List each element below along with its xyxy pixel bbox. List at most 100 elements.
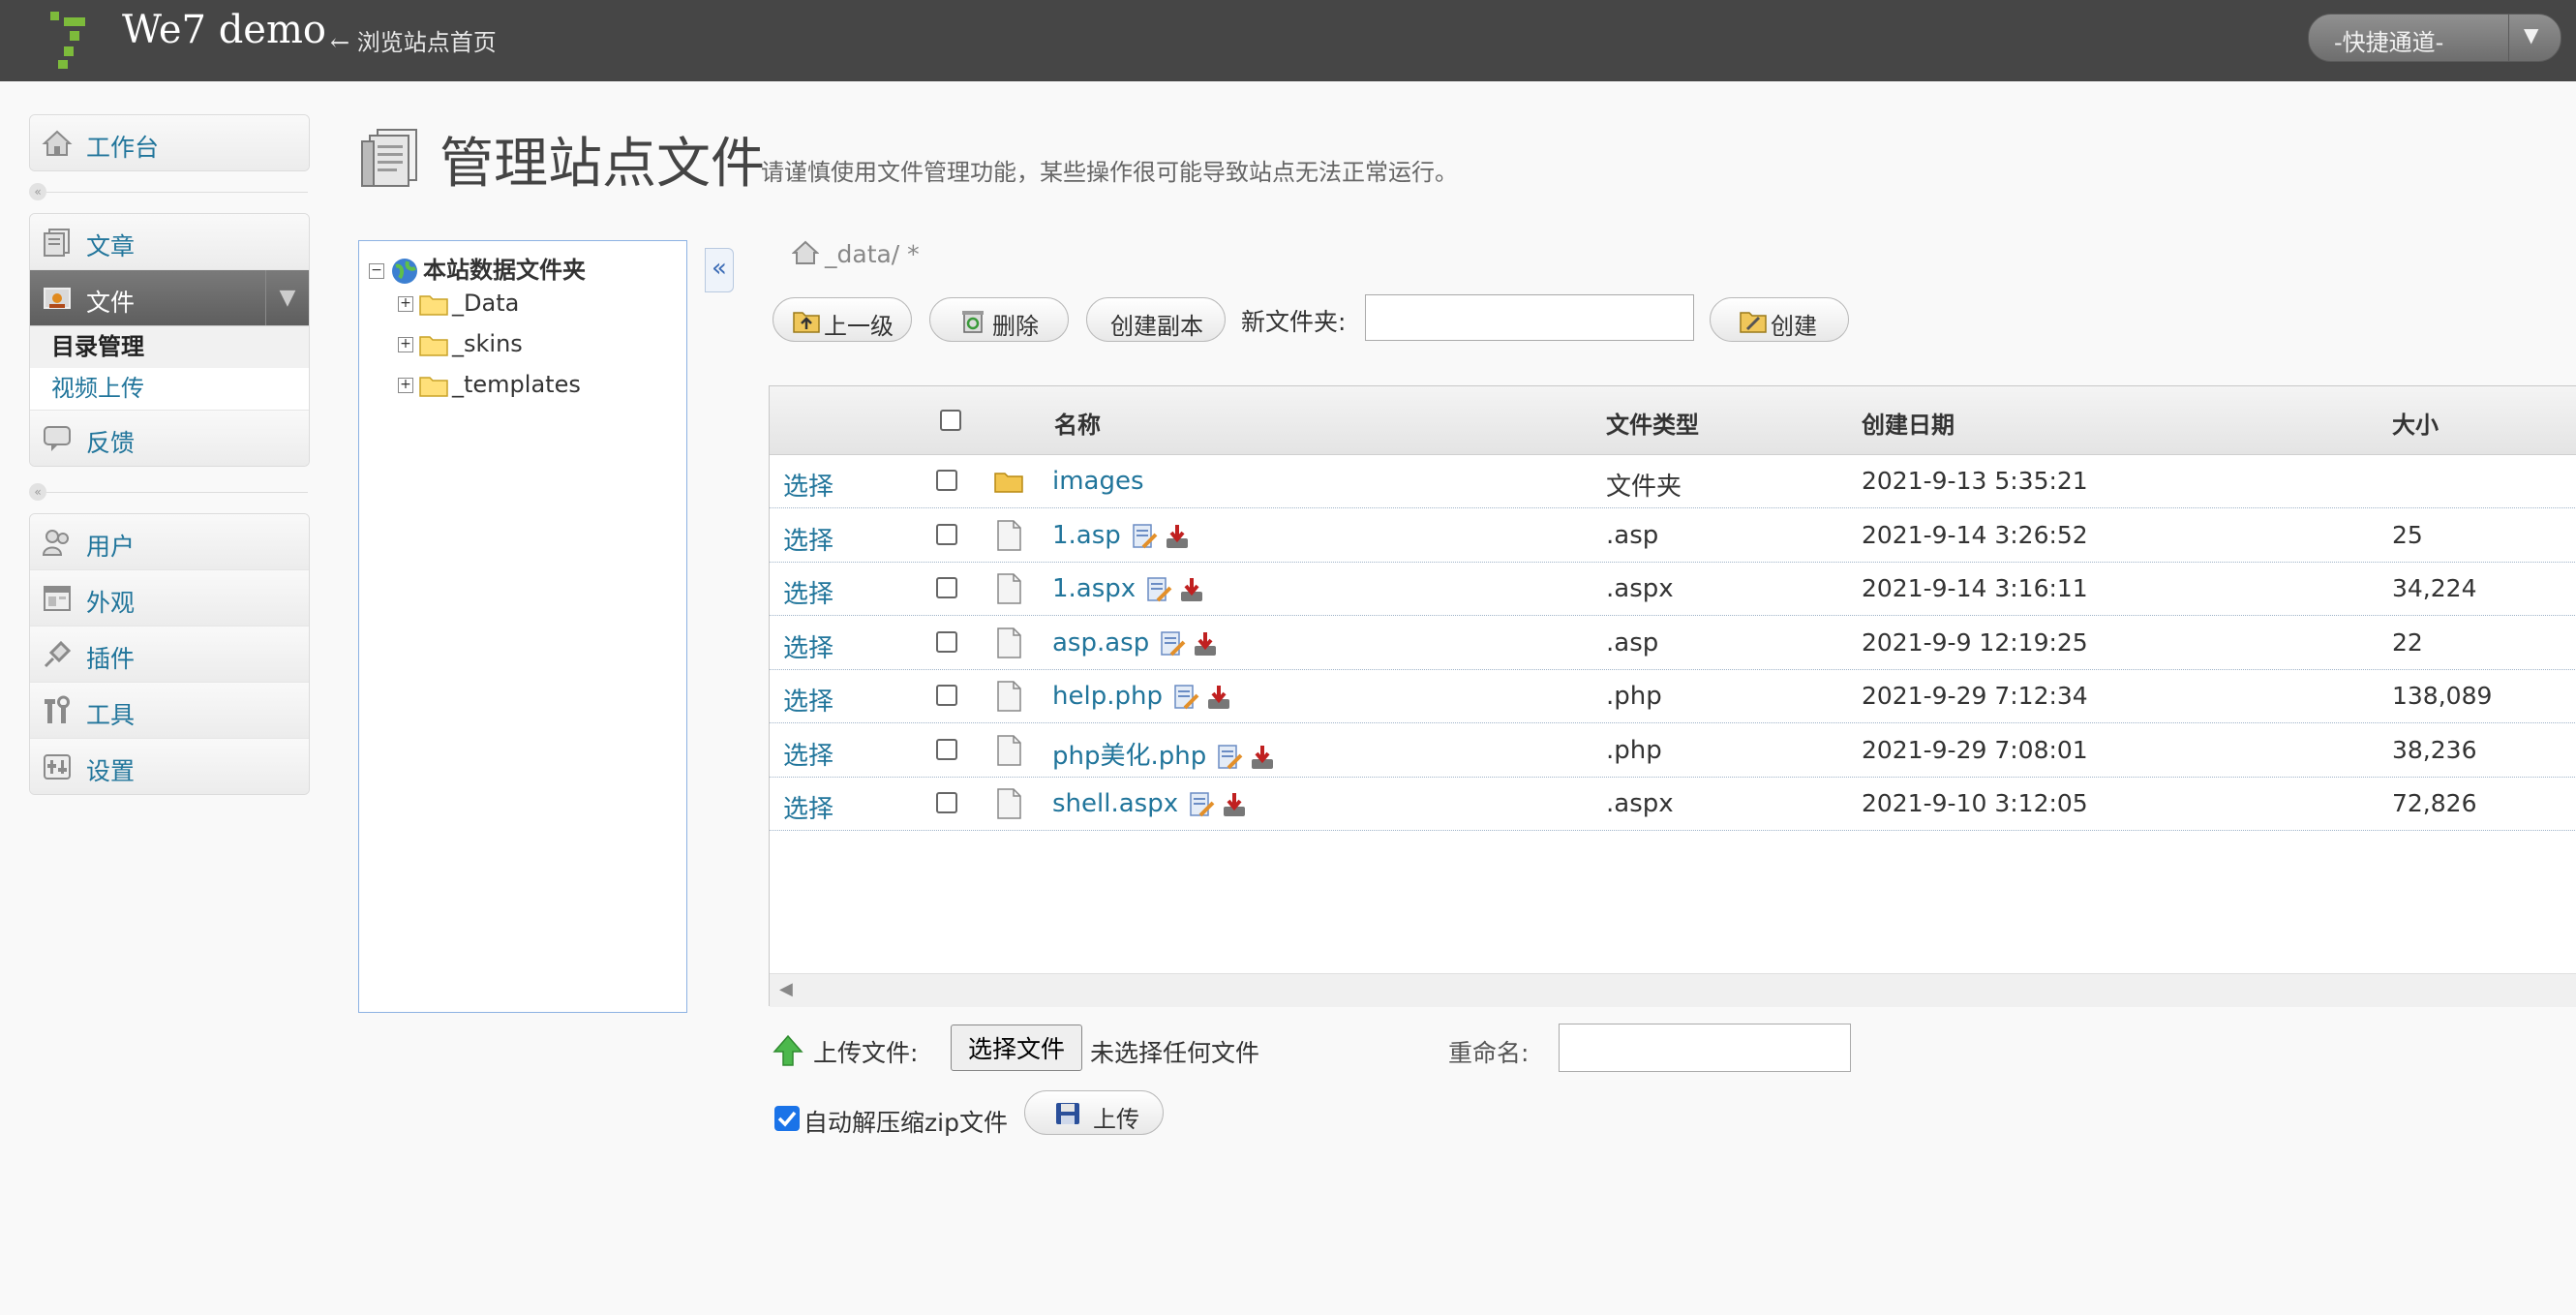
- submenu-toggle-icon[interactable]: ▼: [265, 270, 309, 325]
- rename-input[interactable]: [1559, 1024, 1851, 1072]
- page-warning-note: 请谨慎使用文件管理功能，某些操作很可能导致站点无法正常运行。: [761, 159, 1458, 186]
- select-link[interactable]: 选择: [783, 682, 833, 718]
- select-link[interactable]: 选择: [783, 789, 833, 825]
- row-checkbox[interactable]: [936, 685, 957, 706]
- sidebar-item-settings[interactable]: 设置: [30, 738, 309, 794]
- edit-icon[interactable]: [1131, 523, 1158, 550]
- file-name-link[interactable]: asp.asp: [1052, 628, 1149, 658]
- delete-button[interactable]: 删除: [929, 297, 1069, 342]
- auto-unzip-checkbox[interactable]: [774, 1106, 800, 1131]
- tree-root[interactable]: − 本站数据文件夹: [369, 251, 586, 284]
- download-icon[interactable]: [1249, 744, 1276, 771]
- home-icon[interactable]: [792, 240, 819, 265]
- row-checkbox[interactable]: [936, 630, 957, 653]
- row-checkbox[interactable]: [936, 523, 957, 545]
- sidebar-item-file[interactable]: 文件 ▼: [30, 269, 309, 325]
- sidebar-item-tools[interactable]: 工具: [30, 682, 309, 738]
- quick-access-dropdown[interactable]: -快捷通道- ▼: [2308, 14, 2561, 62]
- column-type[interactable]: 文件类型: [1606, 406, 1699, 440]
- download-icon[interactable]: [1178, 576, 1205, 603]
- table-row: 选择 images 文件夹 2021-9-13 5:35:21: [770, 454, 2576, 508]
- column-name[interactable]: 名称: [1054, 406, 1101, 440]
- up-level-button[interactable]: 上一级: [773, 297, 912, 342]
- row-checkbox[interactable]: [936, 470, 957, 491]
- file-name-link[interactable]: images: [1052, 467, 1144, 496]
- create-copy-button[interactable]: 创建副本: [1086, 297, 1226, 342]
- collapse-tree-button[interactable]: «: [705, 248, 734, 292]
- sidebar-item-users[interactable]: 用户: [30, 514, 309, 569]
- expand-plus-icon[interactable]: +: [398, 378, 413, 393]
- scroll-left-icon[interactable]: ◀: [779, 979, 793, 999]
- tree-folder[interactable]: + _Data: [398, 290, 519, 322]
- tree-folder[interactable]: + _skins: [398, 330, 523, 363]
- submenu-item-directory[interactable]: 目录管理: [30, 326, 309, 368]
- created-date-cell: 2021-9-29 7:12:34: [1862, 682, 2088, 710]
- site-title[interactable]: We7 demo: [122, 8, 326, 52]
- collapse-minus-icon[interactable]: −: [369, 263, 384, 279]
- file-size-cell: 38,236: [2392, 735, 2477, 764]
- submenu-item-video-upload[interactable]: 视频上传: [30, 368, 309, 410]
- file-name-cell: shell.aspx: [1052, 789, 1254, 819]
- tree-folder-label: _Data: [452, 290, 520, 317]
- folder-icon: [419, 336, 448, 356]
- row-checkbox[interactable]: [936, 577, 957, 598]
- expand-plus-icon[interactable]: +: [398, 337, 413, 352]
- file-name-link[interactable]: help.php: [1052, 682, 1163, 711]
- file-name-link[interactable]: 1.aspx: [1052, 574, 1136, 603]
- edit-icon[interactable]: [1188, 791, 1215, 818]
- horizontal-scrollbar[interactable]: ◀: [770, 973, 2576, 1007]
- file-type-cell: .aspx: [1606, 574, 1674, 603]
- we7-logo-icon[interactable]: [45, 10, 93, 70]
- create-folder-label: 创建: [1771, 313, 1817, 340]
- row-checkbox[interactable]: [936, 738, 957, 760]
- expand-plus-icon[interactable]: +: [398, 296, 413, 312]
- select-link[interactable]: 选择: [783, 628, 833, 664]
- download-icon[interactable]: [1164, 523, 1191, 550]
- dropdown-separator: [2508, 15, 2509, 61]
- sidebar-item-dashboard[interactable]: 工作台: [30, 115, 309, 170]
- file-name-link[interactable]: shell.aspx: [1052, 789, 1178, 818]
- select-link[interactable]: 选择: [783, 521, 833, 557]
- quick-access-label: -快捷通道-: [2334, 29, 2444, 56]
- select-all-checkbox[interactable]: [940, 410, 961, 431]
- sidebar-item-appearance[interactable]: 外观: [30, 569, 309, 626]
- appearance-icon: [44, 586, 71, 611]
- upload-button[interactable]: 上传: [1024, 1090, 1164, 1135]
- select-link[interactable]: 选择: [783, 574, 833, 610]
- sidebar-item-label: 工作台: [86, 134, 160, 162]
- tree-folder[interactable]: + _templates: [398, 371, 581, 404]
- collapse-arrow-icon[interactable]: «: [29, 183, 46, 200]
- edit-icon[interactable]: [1216, 744, 1243, 771]
- select-link[interactable]: 选择: [783, 736, 833, 772]
- file-name-link[interactable]: 1.asp: [1052, 521, 1121, 550]
- document-icon: [997, 734, 1021, 766]
- file-type-cell: 文件夹: [1606, 473, 1682, 502]
- auto-unzip-label: 自动解压缩zip文件: [803, 1109, 1008, 1137]
- file-type-cell: .aspx: [1606, 789, 1674, 818]
- collapse-arrow-icon[interactable]: «: [29, 483, 46, 501]
- browse-site-link[interactable]: ← 浏览站点首页: [330, 23, 497, 57]
- breadcrumb-path[interactable]: _data/ *: [825, 240, 920, 268]
- edit-icon[interactable]: [1159, 630, 1186, 658]
- download-icon[interactable]: [1221, 791, 1248, 818]
- select-link[interactable]: 选择: [783, 467, 833, 503]
- download-icon[interactable]: [1205, 684, 1232, 711]
- download-icon[interactable]: [1192, 630, 1219, 658]
- file-type-cell: .asp: [1606, 520, 1659, 550]
- column-size[interactable]: 大小: [2392, 406, 2439, 440]
- sidebar-item-label: 工具: [86, 701, 136, 729]
- row-checkbox[interactable]: [936, 792, 957, 813]
- new-folder-input[interactable]: [1365, 294, 1694, 341]
- tools-icon: [45, 695, 70, 723]
- column-date[interactable]: 创建日期: [1862, 406, 1955, 440]
- sidebar-item-article[interactable]: 文章: [30, 214, 309, 269]
- create-folder-button[interactable]: 创建: [1710, 297, 1849, 342]
- choose-file-button[interactable]: 选择文件: [951, 1024, 1082, 1071]
- file-name-link[interactable]: php美化.php: [1052, 742, 1206, 771]
- edit-icon[interactable]: [1172, 684, 1199, 711]
- article-icon: [44, 229, 70, 257]
- sidebar-item-plugins[interactable]: 插件: [30, 626, 309, 682]
- sidebar-item-feedback[interactable]: 反馈: [30, 410, 309, 466]
- edit-icon[interactable]: [1145, 576, 1172, 603]
- sidebar-item-label: 外观: [86, 589, 136, 617]
